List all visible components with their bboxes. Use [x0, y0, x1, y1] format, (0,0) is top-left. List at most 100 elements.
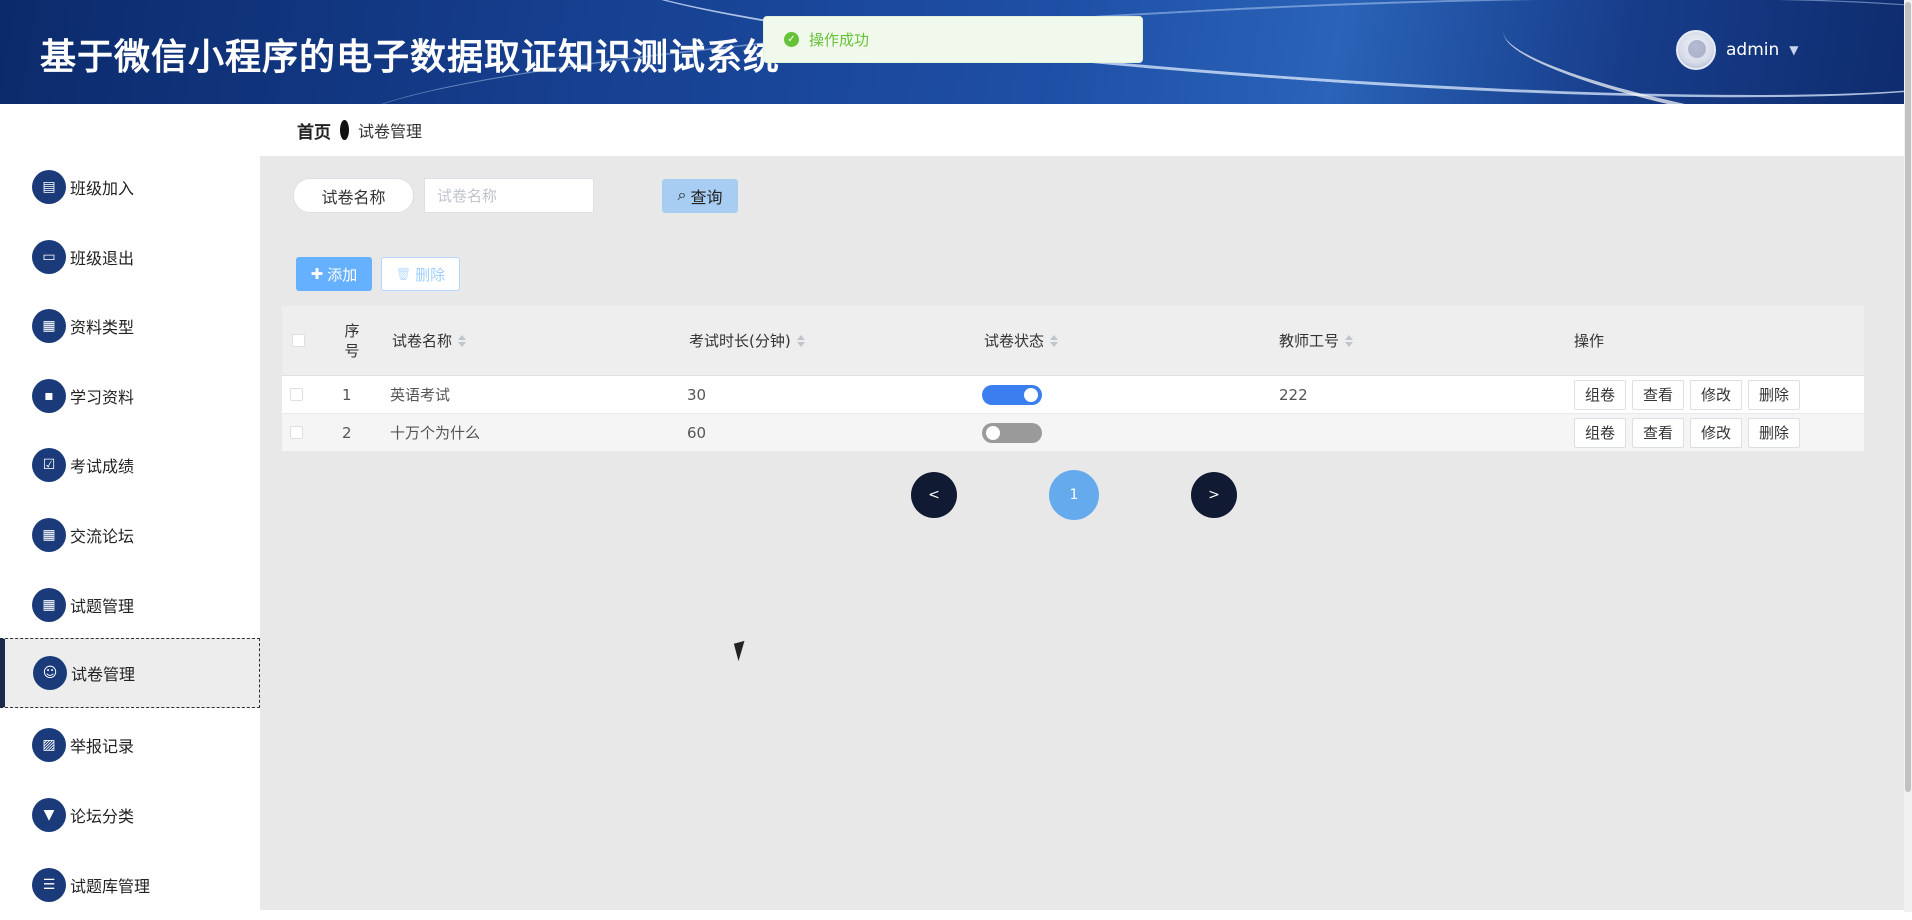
row-paper-name: 英语考试 [390, 386, 451, 404]
view-button[interactable]: 查看 [1632, 379, 1685, 410]
user-menu[interactable]: admin ▼ [1676, 30, 1799, 70]
search-field-label: 试卷名称 [293, 178, 414, 213]
clipboard-icon: ▤ [32, 170, 66, 204]
sidebar-item-forum[interactable]: ▦ 交流论坛 [0, 500, 260, 570]
breadcrumb-current: 试卷管理 [358, 122, 423, 141]
search-input[interactable] [424, 178, 594, 213]
column-header-index: 序号 [344, 321, 360, 360]
sidebar-item-label: 举报记录 [70, 737, 135, 756]
row-status-cell [982, 414, 1042, 451]
delete-button-label: 删除 [415, 266, 446, 284]
sort-icon[interactable] [458, 334, 467, 347]
grid-icon: ▦ [32, 309, 66, 343]
row-duration: 60 [687, 423, 707, 442]
sort-icon[interactable] [1050, 334, 1059, 347]
select-all-checkbox[interactable] [292, 334, 305, 347]
sidebar-item-label: 交流论坛 [70, 527, 135, 546]
row-teacher-id: 222 [1279, 385, 1308, 404]
main-content: 试卷名称 ⌕ 查询 ✚ 添加 🗑 删除 序号 试卷名称 考试时长(分钟) 试卷状… [260, 156, 1904, 910]
column-header-status-label: 试卷状态 [984, 332, 1045, 350]
sidebar-item-label: 试题管理 [70, 597, 135, 616]
row-select-cell[interactable] [290, 414, 303, 451]
column-header-name-label: 试卷名称 [392, 332, 453, 350]
column-header-teacher-label: 教师工号 [1279, 332, 1340, 350]
sidebar-item-label: 学习资料 [70, 388, 135, 407]
search-icon: ⌕ [677, 187, 687, 204]
toggle-knob [986, 425, 1000, 440]
row-select-cell[interactable] [290, 376, 303, 413]
sidebar-item-question-manage[interactable]: ▦ 试题管理 [0, 570, 260, 640]
column-header-status[interactable]: 试卷状态 [984, 306, 1059, 375]
compose-button[interactable]: 组卷 [1574, 417, 1627, 448]
table-row: 2 十万个为什么 60 组卷 查看 修改 删除 [282, 414, 1864, 452]
pagination-page-button[interactable]: 1 [1049, 470, 1099, 520]
delete-button[interactable]: 删除 [1748, 417, 1801, 448]
edit-button[interactable]: 修改 [1690, 379, 1743, 410]
sidebar-item-forum-category[interactable]: ▼ 论坛分类 [0, 780, 260, 850]
user-icon: ☺ [33, 656, 67, 690]
sidebar-item-report-records[interactable]: ▨ 举报记录 [0, 710, 260, 780]
batch-delete-button[interactable]: 🗑 删除 [381, 257, 460, 291]
add-button[interactable]: ✚ 添加 [296, 257, 372, 291]
column-header-duration[interactable]: 考试时长(分钟) [689, 306, 805, 375]
query-button[interactable]: ⌕ 查询 [662, 179, 738, 213]
monitor-icon: ▭ [32, 240, 66, 274]
sidebar-item-class-join[interactable]: ▤ 班级加入 [0, 152, 260, 222]
sort-icon[interactable] [1345, 334, 1354, 347]
toast-message: 操作成功 [809, 31, 870, 49]
sidebar-item-study-material[interactable]: ▪ 学习资料 [0, 361, 260, 431]
grid-icon: ▦ [32, 518, 66, 552]
row-actions: 组卷 查看 修改 删除 [1574, 376, 1806, 413]
row-duration: 30 [687, 385, 707, 404]
add-button-label: 添加 [327, 266, 358, 284]
plus-icon: ✚ [310, 266, 324, 283]
pin-icon: ▼ [32, 798, 66, 832]
row-actions: 组卷 查看 修改 删除 [1574, 414, 1806, 451]
chat-icon: ▪ [32, 379, 66, 413]
sidebar-item-class-exit[interactable]: ▭ 班级退出 [0, 222, 260, 292]
sort-icon[interactable] [796, 334, 805, 347]
app-title: 基于微信小程序的电子数据取证知识测试系统 [40, 37, 781, 78]
chevron-down-icon[interactable]: ▼ [1789, 43, 1798, 57]
trash-icon: 🗑 [395, 267, 412, 281]
table-header: 序号 试卷名称 考试时长(分钟) 试卷状态 教师工号 操作 [282, 306, 1864, 376]
pagination-next-button[interactable]: > [1191, 472, 1237, 518]
status-toggle[interactable] [982, 384, 1042, 405]
row-paper-name: 十万个为什么 [390, 424, 481, 442]
chart-icon: ▨ [32, 728, 66, 762]
status-toggle[interactable] [982, 422, 1042, 443]
table-row: 1 英语考试 30 222 组卷 查看 修改 删除 [282, 376, 1864, 414]
sidebar-item-question-bank[interactable]: ☰ 试题库管理 [0, 850, 260, 920]
sidebar-item-material-type[interactable]: ▦ 资料类型 [0, 291, 260, 361]
breadcrumb-separator-icon [340, 120, 349, 140]
scrollbar-thumb[interactable] [1905, 2, 1911, 792]
sidebar-item-paper-manage[interactable]: ☺ 试卷管理 [0, 638, 260, 708]
paper-table: 序号 试卷名称 考试时长(分钟) 试卷状态 教师工号 操作 1 英语考试 30 … [282, 306, 1864, 452]
sidebar-item-label: 考试成绩 [70, 457, 135, 476]
toggle-knob [1024, 387, 1038, 402]
sidebar: ▤ 班级加入 ▭ 班级退出 ▦ 资料类型 ▪ 学习资料 ☑ 考试成绩 ▦ 交流论… [0, 104, 260, 912]
row-index: 2 [342, 423, 352, 442]
compose-button[interactable]: 组卷 [1574, 379, 1627, 410]
breadcrumb-home[interactable]: 首页 [297, 118, 331, 143]
column-header-teacher[interactable]: 教师工号 [1279, 306, 1354, 375]
grid-icon: ▦ [32, 588, 66, 622]
page-scrollbar[interactable] [1904, 0, 1912, 912]
delete-button[interactable]: 删除 [1748, 379, 1801, 410]
avatar[interactable] [1676, 30, 1716, 70]
sidebar-item-exam-scores[interactable]: ☑ 考试成绩 [0, 430, 260, 500]
column-header-name[interactable]: 试卷名称 [392, 306, 467, 375]
sidebar-item-label: 论坛分类 [70, 807, 135, 826]
sliders-icon: ☰ [32, 868, 66, 902]
user-name[interactable]: admin [1726, 40, 1779, 60]
edit-button[interactable]: 修改 [1690, 417, 1743, 448]
row-checkbox[interactable] [290, 426, 303, 439]
row-checkbox[interactable] [290, 388, 303, 401]
view-button[interactable]: 查看 [1632, 417, 1685, 448]
row-index: 1 [342, 385, 352, 404]
select-all-cell[interactable] [292, 306, 305, 375]
success-toast: ✓ 操作成功 [763, 16, 1143, 63]
sidebar-item-label: 试题库管理 [70, 877, 151, 896]
pagination-prev-button[interactable]: < [911, 472, 957, 518]
query-button-label: 查询 [690, 190, 723, 207]
